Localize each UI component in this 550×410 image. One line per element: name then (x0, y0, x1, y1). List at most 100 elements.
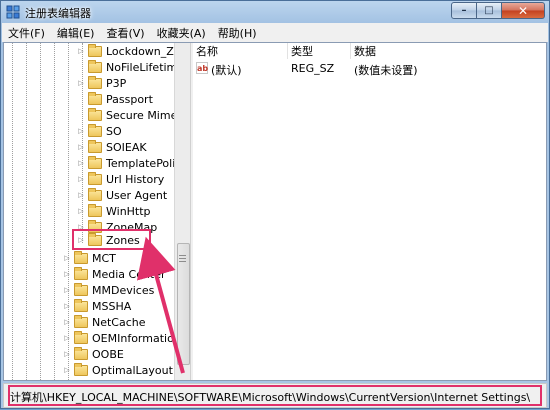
tree-item-label: NoFileLifetim (106, 60, 174, 74)
tree-item-selected[interactable]: ▷ Zones (76, 232, 140, 248)
expand-arrow-icon[interactable]: ▷ (62, 286, 72, 294)
tree-item-label: TemplatePolic (106, 156, 174, 170)
tree-item[interactable]: ▷ OOBE (62, 346, 124, 362)
minimize-icon: – (461, 5, 467, 16)
title-bar[interactable]: 注册表编辑器 – □ ✕ (1, 1, 549, 23)
maximize-button[interactable]: □ (477, 2, 502, 19)
tree-item-label: Zones (106, 233, 140, 247)
tree-item-label: SOIEAK (106, 140, 147, 154)
expand-arrow-icon[interactable]: ▷ (76, 191, 86, 199)
scrollbar-grip-icon (179, 255, 186, 263)
folder-icon (74, 250, 88, 264)
tree-item-label: Media Center (92, 267, 166, 281)
tree-item[interactable]: ▷ SO (76, 123, 122, 139)
tree-item-label: MMDevices (92, 283, 155, 297)
expand-arrow-icon[interactable]: ▷ (62, 318, 72, 326)
column-header-label: 数据 (354, 45, 376, 58)
tree-item[interactable]: Secure Mime (76, 107, 174, 123)
tree-item-label: OptimalLayout (92, 363, 173, 377)
tree-guide-line (40, 43, 41, 380)
tree-item[interactable]: ▷ P3P (76, 75, 126, 91)
expand-arrow-icon[interactable]: ▷ (62, 366, 72, 374)
tree-item[interactable]: NoFileLifetim (76, 59, 174, 75)
column-header-type[interactable]: 类型 (288, 43, 351, 59)
tree-item[interactable]: ▷ TemplatePolic (76, 155, 174, 171)
tree-item[interactable]: ▷ MSSHA (62, 298, 131, 314)
expand-arrow-icon[interactable]: ▷ (62, 270, 72, 278)
ab-string-icon: ab (196, 62, 209, 74)
tree-item-label: Secure Mime (106, 108, 174, 122)
folder-icon (88, 155, 102, 169)
tree-item[interactable]: ▷ User Agent (76, 187, 167, 203)
tree-item[interactable]: ▷ WinHttp (76, 203, 151, 219)
tree-item[interactable]: ▷ MCT (62, 250, 116, 266)
folder-icon (74, 266, 88, 280)
tree-guide-line (54, 43, 55, 380)
window-title: 注册表编辑器 (25, 7, 91, 20)
value-name: (默认) (211, 64, 242, 77)
maximize-icon: □ (484, 5, 494, 16)
minimize-button[interactable]: – (451, 2, 477, 19)
column-header-data[interactable]: 数据 (351, 43, 546, 59)
folder-icon (88, 232, 102, 246)
folder-icon (88, 43, 102, 57)
tree-item[interactable]: Passport (76, 91, 153, 107)
folder-icon (88, 187, 102, 201)
tree-item[interactable]: ▷ Lockdown_Zo (76, 43, 174, 59)
tree-item[interactable]: ▷ Media Center (62, 266, 166, 282)
menu-bar: 文件(F) 编辑(E) 查看(V) 收藏夹(A) 帮助(H) (2, 23, 548, 42)
expand-arrow-icon[interactable]: ▷ (76, 143, 86, 151)
tree-item-label: WinHttp (106, 204, 151, 218)
expand-arrow-icon[interactable]: ▷ (62, 254, 72, 262)
tree-scrollbar[interactable] (174, 43, 191, 380)
expand-arrow-icon[interactable]: ▷ (76, 236, 86, 244)
column-header-name[interactable]: 名称 (193, 43, 288, 59)
tree-item-label: Url History (106, 172, 165, 186)
folder-icon (88, 75, 102, 89)
tree-item[interactable]: ▷ OptimalLayout (62, 362, 173, 378)
expand-arrow-icon[interactable]: ▷ (76, 47, 86, 55)
tree-item[interactable]: ▷ MMDevices (62, 282, 154, 298)
tree-item-label: MCT (92, 251, 116, 265)
close-button[interactable]: ✕ (502, 2, 545, 19)
expand-arrow-icon[interactable]: ▷ (76, 175, 86, 183)
value-type: REG_SZ (291, 62, 335, 75)
expand-arrow-icon[interactable]: ▷ (62, 334, 72, 342)
menu-help[interactable]: 帮助(H) (212, 25, 263, 41)
folder-icon (88, 59, 102, 73)
expand-arrow-icon[interactable]: ▷ (62, 302, 72, 310)
tree-item-label: OEMInformation (92, 331, 174, 345)
expand-arrow-icon[interactable]: ▷ (76, 159, 86, 167)
values-list[interactable]: 名称 类型 数据 ab (默认) REG_SZ (数值未设置) (193, 43, 546, 380)
menu-favorites[interactable]: 收藏夹(A) (151, 25, 212, 41)
tree-item-label: Lockdown_Zo (106, 44, 174, 58)
expand-arrow-icon[interactable]: ▷ (76, 223, 86, 231)
registry-editor-window: 注册表编辑器 – □ ✕ 文件(F) 编辑(E) 查看(V) 收藏夹(A) 帮助… (0, 0, 550, 409)
expand-arrow-icon[interactable]: ▷ (76, 79, 86, 87)
window-controls: – □ ✕ (451, 2, 545, 19)
menu-file[interactable]: 文件(F) (2, 25, 51, 41)
tree-item-label: OOBE (92, 347, 124, 361)
menu-edit[interactable]: 编辑(E) (51, 25, 101, 41)
registry-tree[interactable]: ▷ Lockdown_Zo NoFileLifetim ▷ P3P Passpo… (4, 43, 174, 380)
folder-icon (88, 219, 102, 233)
tree-item[interactable]: ▷ NetCache (62, 314, 146, 330)
expand-arrow-icon[interactable]: ▷ (76, 207, 86, 215)
folder-icon (88, 91, 102, 105)
tree-item-label: NetCache (92, 315, 146, 329)
tree-item-label: SO (106, 124, 122, 138)
tree-guide-line (12, 43, 13, 380)
menu-view[interactable]: 查看(V) (100, 25, 150, 41)
folder-icon (74, 314, 88, 328)
main-content: ▷ Lockdown_Zo NoFileLifetim ▷ P3P Passpo… (3, 42, 547, 381)
column-header-label: 名称 (196, 45, 218, 58)
tree-item[interactable]: ▷ OEMInformation (62, 330, 174, 346)
expand-arrow-icon[interactable]: ▷ (76, 127, 86, 135)
expand-arrow-icon[interactable]: ▷ (62, 350, 72, 358)
table-row[interactable]: ab (默认) REG_SZ (数值未设置) (193, 60, 546, 77)
tree-item[interactable]: ▷ Url History (76, 171, 164, 187)
tree-item-label: Passport (106, 92, 153, 106)
folder-icon (88, 171, 102, 185)
tree-item-label: P3P (106, 76, 127, 90)
tree-item[interactable]: ▷ SOIEAK (76, 139, 147, 155)
